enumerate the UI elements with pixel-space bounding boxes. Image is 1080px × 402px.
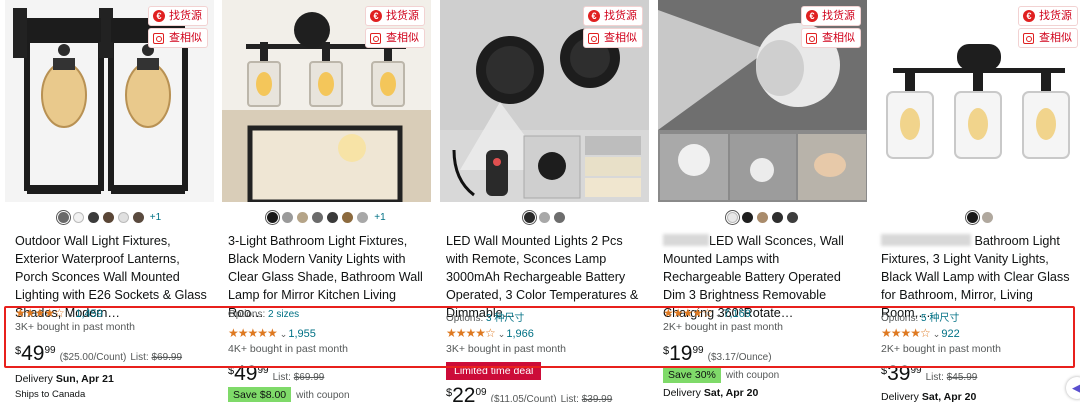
source-icon: € [1023, 10, 1035, 22]
swatch[interactable] [787, 211, 798, 223]
find-source-button[interactable]: € 找货源 [801, 6, 861, 26]
source-icon: € [588, 10, 600, 22]
delivery-info: Delivery Sat, Apr 20 [881, 391, 977, 402]
more-swatches-link[interactable]: +1 [150, 212, 161, 223]
find-similar-button[interactable]: 查相似 [1018, 28, 1078, 48]
find-source-button[interactable]: € 找货源 [365, 6, 425, 26]
swatch[interactable] [554, 211, 565, 223]
delivery-info: Delivery Sat, Apr 20 [663, 387, 759, 399]
coupon-badge[interactable]: Save $8.00 [228, 387, 292, 402]
swatch[interactable] [772, 211, 783, 223]
search-similar-icon [153, 32, 164, 44]
color-swatches: +1 [222, 209, 431, 225]
swatch[interactable] [87, 211, 99, 223]
swatch[interactable] [742, 211, 753, 223]
swatch[interactable] [757, 211, 768, 223]
search-similar-icon [1023, 32, 1034, 44]
search-similar-icon [588, 32, 599, 44]
source-icon: € [370, 10, 382, 22]
find-source-button[interactable]: € 找货源 [583, 6, 643, 26]
list-price: List: $45.99 [925, 372, 978, 383]
list-price: List: $69.99 [272, 372, 325, 383]
source-icon: € [153, 10, 165, 22]
swatch[interactable] [102, 211, 114, 223]
swatch[interactable] [327, 211, 339, 223]
more-swatches-link[interactable]: +1 [374, 212, 385, 223]
list-price: List: $39.99 [560, 394, 613, 402]
price[interactable]: $22 09 ($11.05/Count) List: $39.99 [446, 385, 612, 402]
swatch[interactable] [264, 209, 281, 225]
search-similar-icon [806, 32, 817, 44]
find-similar-button[interactable]: 查相似 [365, 28, 425, 48]
swatch[interactable] [964, 209, 980, 225]
swatch[interactable] [539, 211, 550, 223]
ships-to: Ships to Canada [15, 389, 86, 400]
swatch[interactable] [117, 211, 129, 223]
redacted-brand [663, 234, 709, 246]
find-similar-button[interactable]: 查相似 [583, 28, 643, 48]
delivery-info: Delivery Sun, Apr 21 [15, 373, 114, 385]
coupon-badge[interactable]: Save 30% [663, 367, 721, 383]
swatch[interactable] [342, 211, 354, 223]
swatch[interactable] [521, 209, 538, 225]
coupon[interactable]: Save $8.00 with coupon [228, 387, 350, 402]
annotation-highlight-box [4, 306, 1075, 368]
swatch[interactable] [724, 209, 741, 225]
swatch[interactable] [55, 209, 72, 225]
swatch[interactable] [72, 211, 84, 223]
find-similar-button[interactable]: 查相似 [148, 28, 208, 48]
swatch[interactable] [981, 211, 993, 223]
coupon[interactable]: Save 30% with coupon [663, 367, 779, 383]
source-icon: € [806, 10, 818, 22]
redacted-brand [881, 234, 971, 246]
swatch[interactable] [297, 211, 309, 223]
swatch[interactable] [282, 211, 294, 223]
find-similar-button[interactable]: 查相似 [801, 28, 861, 48]
color-swatches [875, 209, 1080, 225]
swatch[interactable] [312, 211, 324, 223]
find-source-button[interactable]: € 找货源 [1018, 6, 1078, 26]
swatch[interactable] [132, 211, 144, 223]
search-similar-icon [370, 32, 381, 44]
color-swatches [440, 209, 649, 225]
color-swatches: +1 [5, 209, 214, 225]
swatch[interactable] [357, 211, 369, 223]
color-swatches [658, 209, 867, 225]
find-source-button[interactable]: € 找货源 [148, 6, 208, 26]
unit-price: ($11.05/Count) [490, 394, 557, 402]
